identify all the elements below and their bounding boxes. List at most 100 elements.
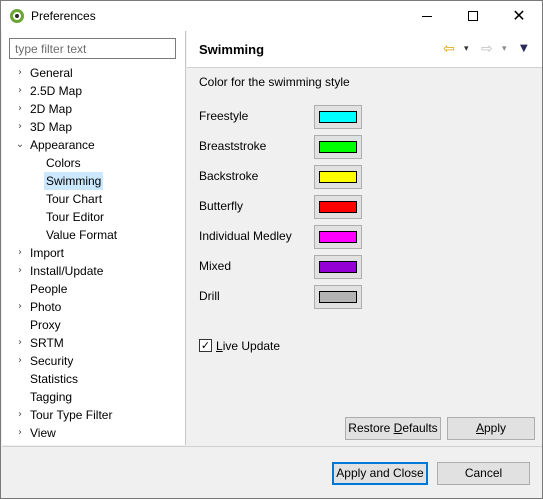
live-update-checkbox[interactable]: ✓ xyxy=(199,339,212,352)
chevron-right-icon[interactable]: › xyxy=(15,118,25,136)
filter-input[interactable] xyxy=(9,38,176,59)
preference-tree-panel: › General › 2.5D Map › 2D Map › 3D Map ⌄ Appearan… xyxy=(2,31,186,445)
tree-item-label: Tour Editor xyxy=(46,210,105,224)
color-picker-button[interactable] xyxy=(314,165,362,189)
chevron-right-icon[interactable]: › xyxy=(15,262,25,280)
tree-item-label: Appearance xyxy=(30,138,95,152)
apply-label: Apply xyxy=(475,421,507,435)
tree-item[interactable]: Colors xyxy=(44,154,83,172)
tree-item[interactable]: › 2D Map xyxy=(18,100,74,118)
color-label: Butterfly xyxy=(199,199,244,213)
back-dropdown-icon[interactable]: ▾ xyxy=(464,40,469,58)
tree-item[interactable]: Statistics xyxy=(28,370,80,388)
color-picker-button[interactable] xyxy=(314,225,362,249)
chevron-right-icon[interactable]: › xyxy=(15,406,25,424)
back-arrow-icon[interactable]: ⇦ xyxy=(443,40,455,58)
apply-button[interactable]: Apply xyxy=(447,417,535,440)
forward-dropdown-icon[interactable]: ▾ xyxy=(502,40,507,58)
tree-item-label: Tour Chart xyxy=(46,192,103,206)
tree-item[interactable]: Tour Chart xyxy=(44,190,104,208)
tree-item[interactable]: Tour Editor xyxy=(44,208,106,226)
color-row: Mixed xyxy=(199,255,369,279)
color-row: Freestyle xyxy=(199,105,369,129)
cancel-button[interactable]: Cancel xyxy=(437,462,530,485)
close-button[interactable]: ✕ xyxy=(496,1,542,31)
tree-item-label: Statistics xyxy=(30,372,79,386)
color-picker-button[interactable] xyxy=(314,135,362,159)
tree-item-label: General xyxy=(30,66,73,80)
app-logo-icon xyxy=(10,9,24,23)
tree-item-label: Swimming xyxy=(44,172,104,190)
chevron-right-icon[interactable]: › xyxy=(15,100,25,118)
live-update-mnemonic: L xyxy=(216,339,223,353)
live-update-label: Live Update xyxy=(216,339,280,353)
color-picker-button[interactable] xyxy=(314,195,362,219)
color-swatch xyxy=(319,261,357,273)
color-row: Breaststroke xyxy=(199,135,369,159)
color-row: Backstroke xyxy=(199,165,369,189)
tree-item[interactable]: People xyxy=(28,280,69,298)
tree-item[interactable]: › Security xyxy=(18,352,75,370)
chevron-right-icon[interactable]: › xyxy=(15,352,25,370)
tree-item[interactable]: › Photo xyxy=(18,298,63,316)
maximize-button[interactable] xyxy=(450,1,496,31)
color-label: Freestyle xyxy=(199,109,249,123)
color-label: Drill xyxy=(199,289,220,303)
tree-item-label: Import xyxy=(30,246,65,260)
page-description: Color for the swimming style xyxy=(199,75,350,89)
tree-item[interactable]: › Tour Type Filter xyxy=(18,406,114,424)
dialog-footer: Apply and Close Cancel xyxy=(2,446,542,498)
color-swatch xyxy=(319,231,357,243)
tree-item-label: Proxy xyxy=(30,318,61,332)
tree-item[interactable]: › 3D Map xyxy=(18,118,74,136)
view-menu-icon[interactable]: ▼ xyxy=(520,40,528,58)
color-swatch xyxy=(319,291,357,303)
chevron-right-icon[interactable]: › xyxy=(15,298,25,316)
title-bar: Preferences ✕ xyxy=(1,1,542,31)
color-swatch xyxy=(319,111,357,123)
forward-arrow-icon[interactable]: ⇨ xyxy=(481,40,493,58)
color-row: Butterfly xyxy=(199,195,369,219)
page-header: Swimming ⇦ ▾ ⇨ ▾ ▼ xyxy=(187,31,542,68)
chevron-right-icon[interactable]: › xyxy=(15,334,25,352)
chevron-right-icon[interactable]: › xyxy=(15,244,25,262)
tree-item-label: Security xyxy=(30,354,74,368)
color-label: Backstroke xyxy=(199,169,259,183)
color-picker-button[interactable] xyxy=(314,285,362,309)
tree-item[interactable]: Swimming xyxy=(44,172,104,190)
tree-item[interactable]: › Import xyxy=(18,244,66,262)
color-picker-button[interactable] xyxy=(314,255,362,279)
color-label: Mixed xyxy=(199,259,232,273)
tree-item[interactable]: › Install/Update xyxy=(18,262,105,280)
tree-item-label: Colors xyxy=(46,156,81,170)
tree-item[interactable]: Proxy xyxy=(28,316,63,334)
tree-item-label: Value Format xyxy=(46,228,118,242)
tree-item[interactable]: › General xyxy=(18,64,75,82)
tree-item[interactable]: Tagging xyxy=(28,388,74,406)
color-row: Individual Medley xyxy=(199,225,369,249)
tree-item[interactable]: › View xyxy=(18,424,58,442)
tree-item[interactable]: ⌄ Appearance xyxy=(16,136,97,154)
color-row: Drill xyxy=(199,285,369,309)
chevron-right-icon[interactable]: › xyxy=(15,424,25,442)
tree-item[interactable]: › SRTM xyxy=(18,334,66,352)
chevron-down-icon[interactable]: ⌄ xyxy=(15,136,25,154)
close-icon: ✕ xyxy=(512,6,526,25)
tree-item-label: Tour Type Filter xyxy=(30,408,113,422)
tree-item-label: Photo xyxy=(30,300,62,314)
restore-defaults-label: Restore Defaults xyxy=(348,421,438,435)
tree-item-label: People xyxy=(30,282,68,296)
tree-item-label: 2.5D Map xyxy=(30,84,83,98)
page-title: Swimming xyxy=(199,42,265,57)
maximize-icon xyxy=(468,11,478,21)
tree-item-label: 3D Map xyxy=(30,120,73,134)
chevron-right-icon[interactable]: › xyxy=(15,64,25,82)
chevron-right-icon[interactable]: › xyxy=(15,82,25,100)
tree-item[interactable]: Value Format xyxy=(44,226,119,244)
minimize-button[interactable] xyxy=(404,1,450,31)
tree-item[interactable]: › 2.5D Map xyxy=(18,82,84,100)
preference-page: Swimming ⇦ ▾ ⇨ ▾ ▼ Color for the swimmin… xyxy=(187,31,542,445)
restore-defaults-button[interactable]: Restore Defaults xyxy=(345,417,441,440)
color-picker-button[interactable] xyxy=(314,105,362,129)
apply-and-close-button[interactable]: Apply and Close xyxy=(332,462,428,485)
